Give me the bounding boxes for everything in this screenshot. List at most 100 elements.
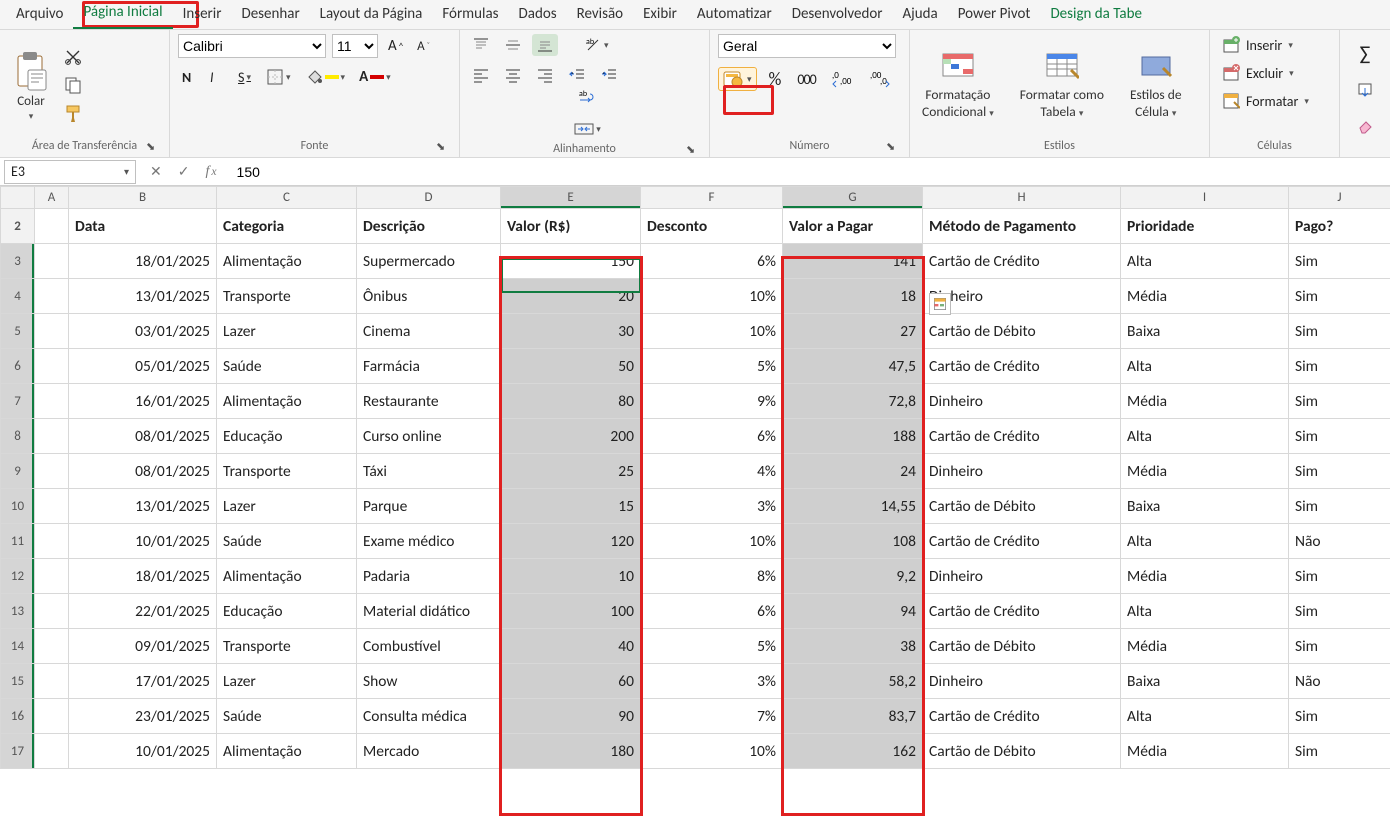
cell[interactable]: Média — [1121, 559, 1289, 594]
cell[interactable]: Lazer — [217, 489, 357, 524]
cell[interactable]: Alimentação — [217, 734, 357, 769]
cell[interactable]: Sim — [1289, 699, 1390, 734]
cut-button[interactable] — [60, 46, 88, 68]
cell[interactable]: Sim — [1289, 629, 1390, 664]
table-header-cell[interactable]: Data — [69, 209, 217, 244]
cell[interactable]: 58,2 — [783, 664, 923, 699]
cell[interactable]: Consulta médica — [357, 699, 501, 734]
cell[interactable]: Ônibus — [357, 279, 501, 314]
menu-tab-exibir[interactable]: Exibir — [633, 1, 687, 29]
cell[interactable]: 47,5 — [783, 349, 923, 384]
cell[interactable]: 10/01/2025 — [69, 734, 217, 769]
row-header-17[interactable]: 17 — [1, 734, 35, 769]
column-header-E[interactable]: E — [501, 187, 641, 209]
cell[interactable]: Transporte — [217, 454, 357, 489]
menu-tab-arquivo[interactable]: Arquivo — [6, 1, 73, 29]
menu-tab-f-rmulas[interactable]: Fórmulas — [432, 1, 508, 29]
menu-tab-revis-o[interactable]: Revisão — [567, 1, 633, 29]
cell[interactable]: 08/01/2025 — [69, 419, 217, 454]
column-header-G[interactable]: G — [783, 187, 923, 209]
row-header-4[interactable]: 4 — [1, 279, 35, 314]
cell[interactable]: 10% — [641, 524, 783, 559]
cell[interactable]: Sim — [1289, 419, 1390, 454]
cell[interactable]: Cartão de Débito — [923, 629, 1121, 664]
row-header-6[interactable]: 6 — [1, 349, 35, 384]
cell[interactable]: Dinheiro — [923, 454, 1121, 489]
cell[interactable]: 17/01/2025 — [69, 664, 217, 699]
menu-tab-design-da-tabe[interactable]: Design da Tabe — [1040, 1, 1151, 29]
cell[interactable]: 108 — [783, 524, 923, 559]
cell[interactable]: 13/01/2025 — [69, 489, 217, 524]
cell[interactable]: Sim — [1289, 244, 1390, 279]
cell[interactable]: Transporte — [217, 279, 357, 314]
cell[interactable]: 09/01/2025 — [69, 629, 217, 664]
menu-tab-ajuda[interactable]: Ajuda — [892, 1, 947, 29]
row-header-12[interactable]: 12 — [1, 559, 35, 594]
cell[interactable]: 10% — [641, 734, 783, 769]
autosum-button[interactable]: ∑ — [1356, 40, 1375, 68]
table-header-cell[interactable]: Desconto — [641, 209, 783, 244]
cell[interactable]: Alta — [1121, 594, 1289, 629]
accounting-format-button[interactable]: ▾ — [718, 67, 757, 91]
insert-function-button[interactable]: fx — [201, 162, 220, 182]
row-header-15[interactable]: 15 — [1, 664, 35, 699]
copy-button[interactable] — [60, 74, 88, 96]
cell[interactable]: 5% — [641, 629, 783, 664]
italic-button[interactable]: I — [206, 67, 228, 88]
menu-tab-layout-da-p-gina[interactable]: Layout da Página — [310, 1, 433, 29]
confirm-entry-button[interactable]: ✓ — [174, 161, 194, 182]
cell[interactable]: Dinheiro — [923, 559, 1121, 594]
cell[interactable]: 30 — [501, 314, 641, 349]
cell[interactable]: 100 — [501, 594, 641, 629]
row-header-10[interactable]: 10 — [1, 489, 35, 524]
cell[interactable]: 6% — [641, 419, 783, 454]
cell[interactable] — [35, 209, 69, 244]
cell[interactable]: Sim — [1289, 594, 1390, 629]
bold-button[interactable]: N — [178, 67, 200, 88]
paste-button[interactable]: Colar ▾ — [8, 50, 54, 122]
number-format-select[interactable]: Geral — [718, 34, 896, 58]
delete-cells-button[interactable]: Excluir ▾ — [1218, 62, 1298, 84]
cell[interactable]: Exame médico — [357, 524, 501, 559]
cell[interactable] — [35, 559, 69, 594]
cell[interactable]: 18/01/2025 — [69, 244, 217, 279]
cell[interactable]: Lazer — [217, 664, 357, 699]
cell[interactable]: 3% — [641, 489, 783, 524]
menu-tab-p-gina-inicial[interactable]: Página Inicial — [73, 0, 172, 29]
formula-input[interactable] — [231, 160, 1390, 184]
column-header-B[interactable]: B — [69, 187, 217, 209]
row-header-13[interactable]: 13 — [1, 594, 35, 629]
cell[interactable]: 8% — [641, 559, 783, 594]
cell[interactable]: 72,8 — [783, 384, 923, 419]
increase-font-button[interactable]: A^ — [384, 35, 407, 57]
cell[interactable]: 9,2 — [783, 559, 923, 594]
cell[interactable] — [35, 244, 69, 279]
cell[interactable]: Educação — [217, 419, 357, 454]
row-header-16[interactable]: 16 — [1, 699, 35, 734]
row-header-14[interactable]: 14 — [1, 629, 35, 664]
cell[interactable]: Transporte — [217, 629, 357, 664]
cell[interactable]: Média — [1121, 454, 1289, 489]
cell[interactable]: Alta — [1121, 699, 1289, 734]
column-header-D[interactable]: D — [357, 187, 501, 209]
cell[interactable]: Saúde — [217, 699, 357, 734]
comma-format-button[interactable]: 000 — [793, 69, 819, 90]
conditional-formatting-button[interactable]: Formatação Condicional ▾ — [918, 50, 998, 122]
cell[interactable]: Farmácia — [357, 349, 501, 384]
cell[interactable]: Lazer — [217, 314, 357, 349]
cell[interactable]: 188 — [783, 419, 923, 454]
cell[interactable]: Alimentação — [217, 559, 357, 594]
cell[interactable]: Média — [1121, 279, 1289, 314]
cell[interactable]: 24 — [783, 454, 923, 489]
cell[interactable] — [35, 699, 69, 734]
cell[interactable]: Média — [1121, 384, 1289, 419]
cell[interactable]: Saúde — [217, 349, 357, 384]
cell[interactable]: Dinheiro — [923, 279, 1121, 314]
menu-tab-dados[interactable]: Dados — [509, 1, 567, 29]
cell[interactable]: Não — [1289, 524, 1390, 559]
cell[interactable]: Padaria — [357, 559, 501, 594]
row-header-5[interactable]: 5 — [1, 314, 35, 349]
underline-button[interactable]: S ▾ — [234, 67, 256, 88]
row-header-8[interactable]: 8 — [1, 419, 35, 454]
cell[interactable]: Educação — [217, 594, 357, 629]
